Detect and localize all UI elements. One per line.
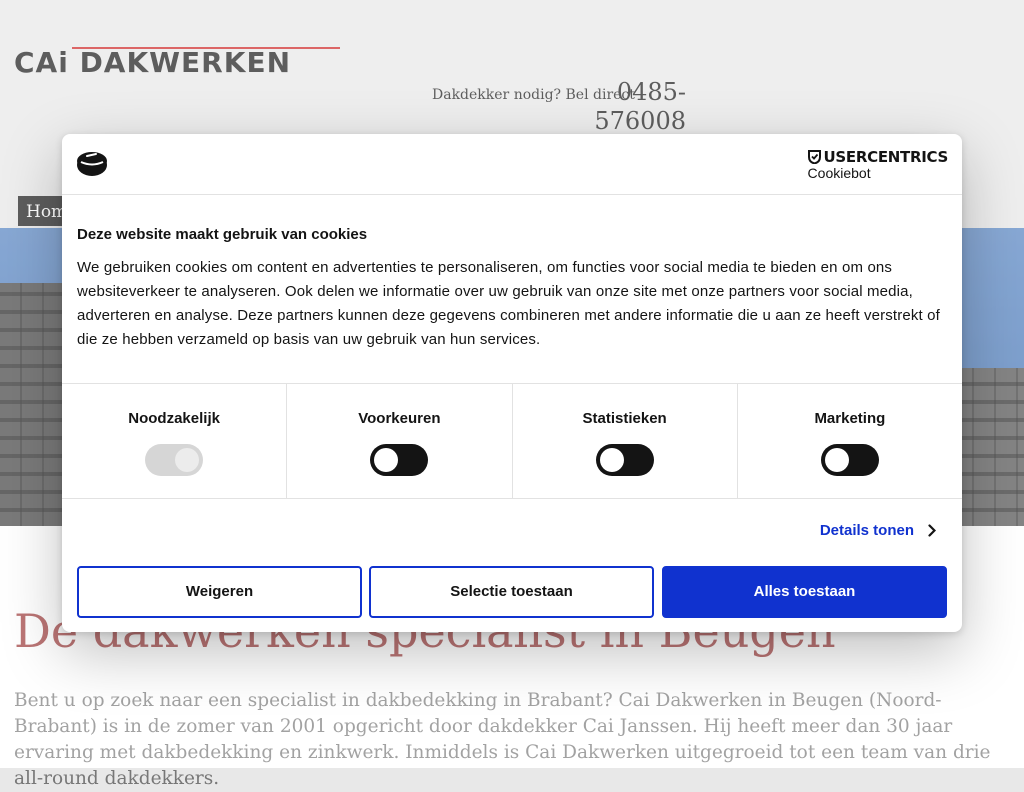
- toggle-cell-preferences: Voorkeuren: [286, 384, 511, 498]
- toggle-knob: [599, 448, 624, 472]
- cookie-consent-dialog: USERCENTRICS Cookiebot Deze website maak…: [62, 134, 962, 632]
- dialog-title: Deze website maakt gebruik van cookies: [77, 226, 368, 243]
- allow-selection-button[interactable]: Selectie toestaan: [369, 566, 654, 618]
- toggle-statistics[interactable]: [595, 444, 654, 476]
- brand-name-text: USERCENTRICS: [823, 148, 949, 166]
- details-label: Details tonen: [819, 522, 914, 539]
- brand-sub: Cookiebot: [807, 165, 871, 181]
- dialog-body: Deze website maakt gebruik van cookies W…: [77, 226, 947, 352]
- toggle-cell-marketing: Marketing: [736, 384, 962, 498]
- toggle-label-statistics: Statistieken: [582, 410, 667, 427]
- toggle-label-preferences: Voorkeuren: [358, 410, 441, 427]
- toggle-preferences[interactable]: [370, 444, 429, 476]
- details-link[interactable]: Details tonen: [820, 522, 936, 539]
- toggle-cell-necessary: Noodzakelijk: [62, 384, 286, 498]
- usercentrics-brand[interactable]: USERCENTRICS Cookiebot: [807, 148, 949, 181]
- toggle-knob: [175, 448, 200, 472]
- cookie-icon: [77, 152, 107, 176]
- toggle-necessary: [145, 444, 204, 476]
- dialog-description: We gebruiken cookies om content en adver…: [77, 259, 940, 348]
- toggle-knob: [824, 448, 849, 472]
- brand-name: USERCENTRICS: [807, 148, 949, 166]
- consent-toggles: Noodzakelijk Voorkeuren Statistieken Mar…: [62, 383, 962, 499]
- dialog-header: USERCENTRICS Cookiebot: [62, 134, 962, 195]
- decline-button[interactable]: Weigeren: [77, 566, 362, 618]
- chevron-right-icon: [928, 524, 936, 537]
- allow-all-button[interactable]: Alles toestaan: [662, 566, 947, 618]
- toggle-label-necessary: Noodzakelijk: [128, 410, 220, 427]
- toggle-knob: [374, 448, 399, 472]
- shield-icon: [807, 150, 821, 164]
- toggle-marketing[interactable]: [820, 444, 879, 476]
- toggle-cell-statistics: Statistieken: [511, 384, 737, 498]
- toggle-label-marketing: Marketing: [814, 410, 886, 427]
